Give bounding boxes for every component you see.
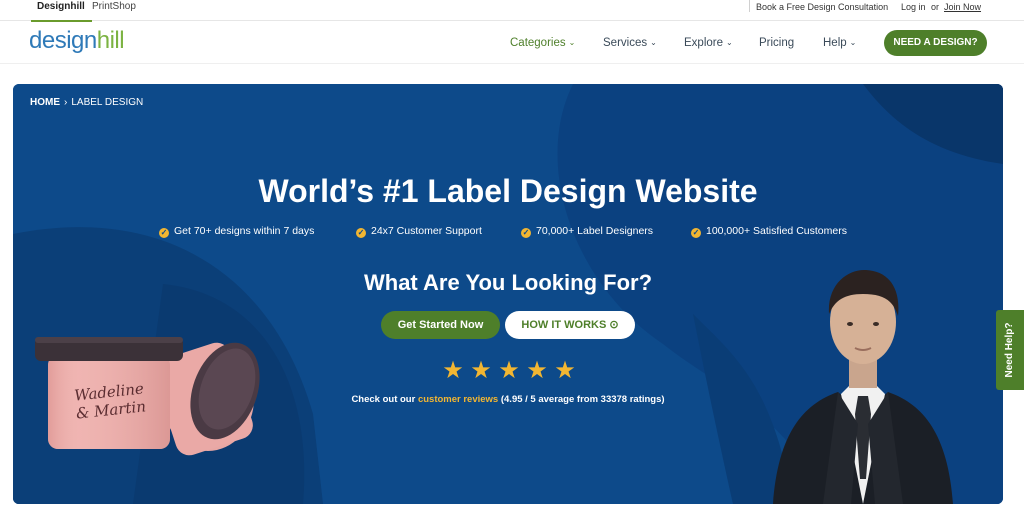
nav-explore-label: Explore [684, 37, 723, 49]
designhill-logo[interactable]: designhill [29, 27, 125, 54]
nav-help-label: Help [823, 37, 847, 49]
customer-reviews-link[interactable]: customer reviews [418, 394, 498, 405]
star-icon: ★ [526, 357, 548, 384]
check-circle-icon: ✓ [356, 228, 366, 238]
top-divider [749, 0, 750, 12]
logo-part-hill: hill [96, 27, 125, 54]
breadcrumb-separator-icon: › [64, 97, 68, 108]
star-icon: ★ [498, 357, 520, 384]
review-prefix: Check out our [351, 394, 416, 405]
how-it-works-button[interactable]: HOW IT WORKS ⊙ [505, 311, 635, 339]
star-icon: ★ [442, 357, 464, 384]
nav-categories-label: Categories [510, 37, 566, 49]
review-rating-text: (4.95 / 5 average from 33378 ratings) [500, 394, 665, 405]
nav-help[interactable]: Help ⌄ [823, 36, 856, 51]
main-header: designhill Categories ⌄ Services ⌄ Explore… [0, 22, 1024, 64]
check-circle-icon: ✓ [521, 228, 531, 238]
chevron-down-icon: ⌄ [849, 38, 857, 47]
feature-text: 24x7 Customer Support [371, 225, 482, 237]
need-help-label: Need Help? [1004, 322, 1015, 378]
breadcrumb-home[interactable]: HOME [30, 97, 60, 108]
breadcrumb-current: LABEL DESIGN [71, 97, 144, 108]
feature-text: 70,000+ Label Designers [536, 225, 654, 237]
feature-text: Get 70+ designs within 7 days [174, 225, 315, 237]
logo-part-design: design [29, 27, 97, 54]
chevron-down-icon: ⌄ [650, 38, 657, 47]
star-icon: ★ [470, 357, 492, 384]
join-now-link[interactable]: Join Now [944, 0, 981, 14]
or-text: or [931, 2, 940, 12]
nav-services-label: Services [603, 37, 648, 49]
nav-services[interactable]: Services ⌄ [603, 36, 657, 51]
star-icon: ★ [554, 357, 576, 384]
check-circle-icon: ✓ [691, 228, 701, 238]
top-tab-printshop[interactable]: PrintShop [92, 0, 136, 21]
chevron-down-icon: ⌄ [726, 38, 733, 47]
need-help-tab[interactable]: Need Help? [996, 310, 1024, 390]
nav-pricing[interactable]: Pricing [759, 36, 794, 50]
feature-item: ✓ 100,000+ Satisfied Customers [691, 225, 847, 238]
rating-stars: ★ ★ ★ ★ ★ [442, 357, 582, 384]
chevron-down-icon: ⌄ [568, 38, 576, 47]
feature-item: ✓ 24x7 Customer Support [356, 225, 482, 238]
breadcrumb: HOME › LABEL DESIGN [30, 97, 143, 109]
hero-title: World’s #1 Label Design Website [258, 173, 758, 209]
feature-text: 100,000+ Satisfied Customers [706, 225, 847, 237]
hero-banner: HOME › LABEL DESIGN World’s #1 Label Desig… [13, 84, 1003, 504]
get-started-button[interactable]: Get Started Now [381, 311, 500, 339]
nav-categories[interactable]: Categories ⌄ [510, 36, 575, 51]
check-circle-icon: ✓ [159, 228, 169, 238]
need-a-design-button[interactable]: NEED A DESIGN? [884, 30, 987, 56]
designer-portrait-image [773, 269, 953, 504]
top-strip: Designhill PrintShop Book a Free Design … [0, 0, 1024, 22]
feature-item: ✓ Get 70+ designs within 7 days [159, 225, 314, 238]
top-tab-designhill[interactable]: Designhill [31, 0, 92, 22]
login-link[interactable]: Log in [901, 0, 926, 14]
consultation-link[interactable]: Book a Free Design Consultation [756, 0, 888, 14]
nav-explore[interactable]: Explore ⌄ [684, 36, 733, 51]
feature-item: ✓ 70,000+ Label Designers [521, 225, 653, 238]
